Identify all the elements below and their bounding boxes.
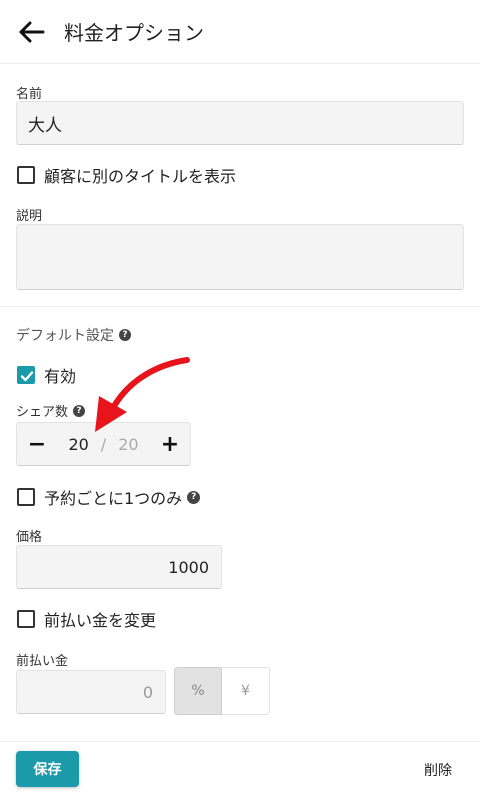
enabled-checkbox[interactable]: [17, 366, 35, 384]
delete-button[interactable]: 削除: [424, 760, 452, 780]
price-value: 1000: [168, 557, 209, 577]
save-label: 保存: [33, 762, 62, 778]
default-settings-heading: デフォルト設定 ?: [16, 325, 131, 345]
shares-heading: シェア数 ?: [16, 401, 86, 420]
back-button[interactable]: [0, 0, 64, 64]
section-divider: [0, 306, 480, 307]
footer-divider: [0, 741, 480, 742]
once-per-booking-checkbox[interactable]: [17, 488, 35, 506]
once-per-booking-label: 予約ごとに1つのみ: [44, 489, 183, 508]
default-settings-label: デフォルト設定: [16, 328, 114, 344]
unit-percent-button[interactable]: %: [174, 667, 222, 715]
app-header: 料金オプション: [0, 0, 480, 64]
name-value: 大人: [28, 115, 62, 136]
deposit-input[interactable]: 0: [16, 670, 166, 714]
save-button[interactable]: 保存: [16, 751, 79, 787]
alt-title-checkbox[interactable]: [17, 166, 35, 184]
alt-title-label: 顧客に別のタイトルを表示: [44, 167, 237, 186]
enabled-label: 有効: [44, 367, 77, 386]
change-deposit-option[interactable]: 前払い金を変更: [17, 607, 156, 631]
unit-yen-button[interactable]: ¥: [222, 667, 270, 715]
unit-yen-label: ¥: [241, 683, 250, 699]
deposit-label: 前払い金: [16, 654, 69, 669]
decrement-button[interactable]: −: [17, 423, 57, 465]
once-per-booking-option[interactable]: 予約ごとに1つのみ ?: [17, 485, 201, 509]
minus-icon: −: [27, 431, 47, 457]
help-icon[interactable]: ?: [73, 404, 86, 417]
shares-label: シェア数: [16, 405, 69, 420]
check-icon: [20, 371, 34, 382]
annotation-arrow: [95, 357, 190, 432]
help-icon[interactable]: ?: [187, 490, 201, 504]
deposit-value: 0: [142, 682, 153, 702]
description-textarea[interactable]: [16, 224, 464, 290]
arrow-left-icon: [19, 21, 45, 42]
price-input[interactable]: 1000: [16, 545, 222, 589]
change-deposit-label: 前払い金を変更: [44, 611, 157, 630]
price-label: 価格: [16, 530, 43, 545]
enabled-option[interactable]: 有効: [17, 363, 76, 387]
help-icon[interactable]: ?: [119, 329, 131, 341]
deposit-unit-toggle: % ¥: [174, 667, 270, 715]
delete-label: 削除: [424, 763, 452, 779]
unit-percent-label: %: [191, 683, 205, 699]
page-title: 料金オプション: [64, 21, 204, 45]
description-label: 説明: [16, 209, 43, 224]
name-input[interactable]: 大人: [16, 101, 464, 145]
change-deposit-checkbox[interactable]: [17, 610, 35, 628]
alt-title-option[interactable]: 顧客に別のタイトルを表示: [17, 163, 236, 187]
name-label: 名前: [16, 87, 43, 102]
